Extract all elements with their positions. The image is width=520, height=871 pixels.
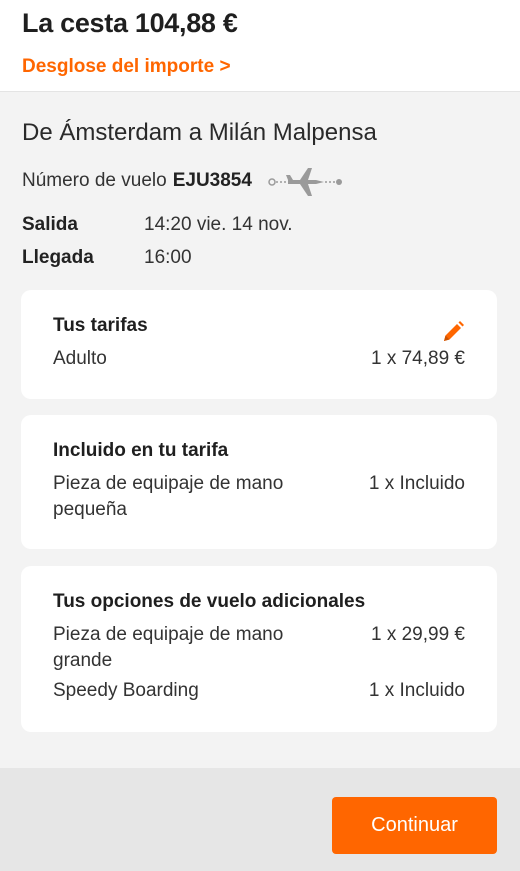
arrival-label: Llegada (22, 246, 94, 268)
footer-bar: Continuar (0, 768, 520, 871)
extras-row: Speedy Boarding 1 x Incluido (53, 678, 465, 704)
flight-number-row: Número de vuelo EJU3854 (22, 166, 498, 196)
departure-row: Salida 14:20 vie. 14 nov. (22, 208, 498, 241)
fares-card: Tus tarifas Adulto 1 x 74,89 € (21, 290, 497, 399)
price-breakdown-link[interactable]: Desglose del importe > (22, 56, 231, 78)
included-item-qty: 1 x Incluido (368, 473, 465, 494)
arrival-row: Llegada 16:00 (22, 241, 498, 274)
basket-header: La cesta 104,88 € Desglose del importe > (0, 0, 520, 92)
extras-card: Tus opciones de vuelo adicionales Pieza … (21, 566, 497, 732)
extras-title: Tus opciones de vuelo adicionales (53, 591, 366, 612)
extras-item-name: Pieza de equipaje de mano grande (53, 624, 284, 671)
included-item-name: Pieza de equipaje de mano pequeña (53, 473, 284, 520)
fare-name: Adulto (53, 348, 107, 369)
continue-button[interactable]: Continuar (332, 797, 497, 854)
fare-row: Adulto 1 x 74,89 € (53, 346, 465, 372)
route-title: De Ámsterdam a Milán Malpensa (22, 119, 377, 146)
departure-label: Salida (22, 213, 78, 235)
basket-total: La cesta 104,88 € (22, 8, 238, 38)
included-card: Incluido en tu tarifa Pieza de equipaje … (21, 415, 497, 549)
fare-price: 1 x 74,89 € (370, 348, 465, 369)
extras-item-name: Speedy Boarding (53, 680, 199, 701)
fares-title: Tus tarifas (53, 315, 148, 336)
pencil-icon[interactable] (441, 320, 465, 349)
flight-times: Salida 14:20 vie. 14 nov. Llegada 16:00 (22, 208, 498, 274)
flight-summary: De Ámsterdam a Milán Malpensa Número de … (0, 118, 520, 274)
arrival-time: 16:00 (144, 246, 192, 268)
included-row: Pieza de equipaje de mano pequeña 1 x In… (53, 471, 465, 523)
extras-item-qty: 1 x 29,99 € (370, 624, 465, 645)
flight-number: EJU3854 (172, 170, 252, 191)
flight-number-label: Número de vuelo (22, 170, 167, 191)
plane-icon (268, 166, 346, 196)
departure-time: 14:20 vie. 14 nov. (144, 213, 293, 235)
extras-item-qty: 1 x Incluido (368, 680, 465, 701)
included-title: Incluido en tu tarifa (53, 440, 229, 461)
extras-row: Pieza de equipaje de mano grande 1 x 29,… (53, 622, 465, 674)
